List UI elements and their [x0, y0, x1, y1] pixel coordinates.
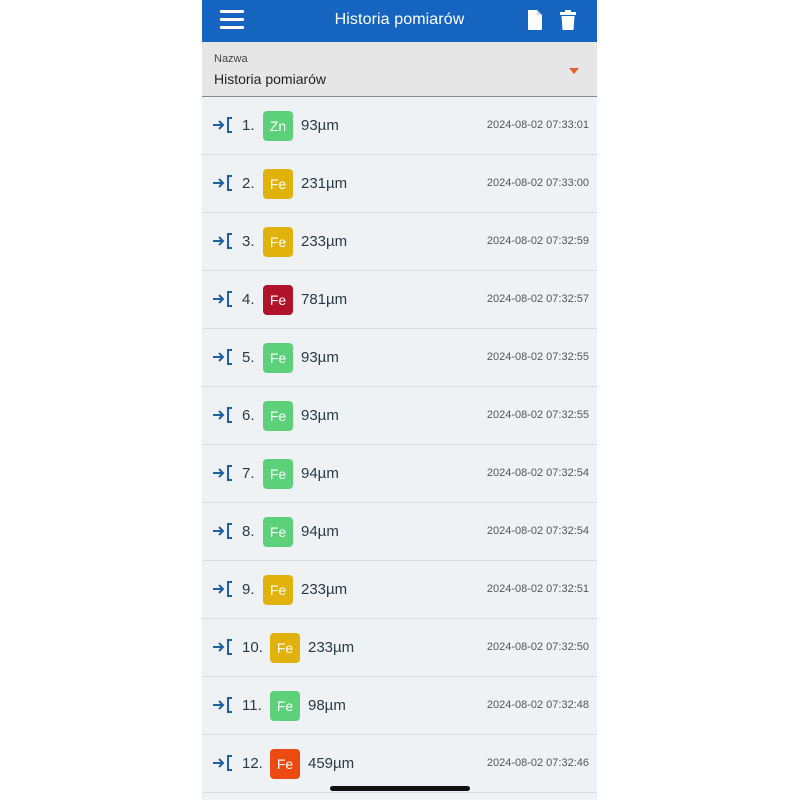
import-icon	[212, 523, 234, 539]
row-index: 3.	[242, 233, 255, 250]
measurement-timestamp: 2024-08-02 07:32:57	[486, 293, 589, 305]
row-index: 10.	[242, 639, 263, 656]
measurement-value: 233µm	[308, 639, 355, 656]
name-select[interactable]: Nazwa Historia pomiarów	[202, 42, 597, 97]
import-icon	[212, 349, 234, 365]
measurement-timestamp: 2024-08-02 07:33:00	[486, 177, 589, 189]
measurement-timestamp: 2024-08-02 07:32:59	[486, 235, 589, 247]
measurement-value: 781µm	[301, 291, 348, 308]
measurement-value: 93µm	[301, 117, 339, 134]
material-badge: Zn	[263, 111, 293, 141]
measurement-value: 98µm	[308, 697, 346, 714]
import-icon	[212, 639, 234, 655]
measurement-row[interactable]: 4. Fe 781µm 2024-08-02 07:32:57	[202, 271, 597, 329]
row-index: 6.	[242, 407, 255, 424]
measurement-timestamp: 2024-08-02 07:33:01	[486, 119, 589, 131]
import-icon	[212, 233, 234, 249]
material-badge: Fe	[263, 227, 293, 257]
material-badge: Fe	[270, 749, 300, 779]
measurement-list: 1. Zn 93µm 2024-08-02 07:33:01 2. Fe 231µm 2024…	[202, 97, 597, 793]
measurement-timestamp: 2024-08-02 07:32:55	[486, 409, 589, 421]
import-icon	[212, 465, 234, 481]
measurement-timestamp: 2024-08-02 07:32:48	[486, 699, 589, 711]
measurement-timestamp: 2024-08-02 07:32:54	[486, 525, 589, 537]
row-index: 9.	[242, 581, 255, 598]
measurement-timestamp: 2024-08-02 07:32:50	[486, 641, 589, 653]
measurement-row[interactable]: 11. Fe 98µm 2024-08-02 07:32:48	[202, 677, 597, 735]
material-badge: Fe	[263, 575, 293, 605]
measurement-row[interactable]: 5. Fe 93µm 2024-08-02 07:32:55	[202, 329, 597, 387]
dropdown-arrow-icon	[569, 68, 579, 74]
import-icon	[212, 117, 234, 133]
row-index: 8.	[242, 523, 255, 540]
measurement-row[interactable]: 7. Fe 94µm 2024-08-02 07:32:54	[202, 445, 597, 503]
measurement-row[interactable]: 1. Zn 93µm 2024-08-02 07:33:01	[202, 97, 597, 155]
document-icon[interactable]	[525, 9, 545, 31]
measurement-row[interactable]: 2. Fe 231µm 2024-08-02 07:33:00	[202, 155, 597, 213]
import-icon	[212, 581, 234, 597]
measurement-value: 93µm	[301, 407, 339, 424]
measurement-row[interactable]: 10. Fe 233µm 2024-08-02 07:32:50	[202, 619, 597, 677]
row-index: 2.	[242, 175, 255, 192]
measurement-timestamp: 2024-08-02 07:32:54	[486, 467, 589, 479]
import-icon	[212, 407, 234, 423]
material-badge: Fe	[263, 343, 293, 373]
material-badge: Fe	[263, 459, 293, 489]
measurement-value: 93µm	[301, 349, 339, 366]
measurement-row[interactable]: 9. Fe 233µm 2024-08-02 07:32:51	[202, 561, 597, 619]
import-icon	[212, 291, 234, 307]
measurement-timestamp: 2024-08-02 07:32:46	[486, 757, 589, 769]
row-index: 7.	[242, 465, 255, 482]
select-value: Historia pomiarów	[214, 71, 327, 87]
measurement-row[interactable]: 12. Fe 459µm 2024-08-02 07:32:46	[202, 735, 597, 793]
home-indicator	[330, 786, 470, 791]
measurement-timestamp: 2024-08-02 07:32:51	[486, 583, 589, 595]
measurement-row[interactable]: 3. Fe 233µm 2024-08-02 07:32:59	[202, 213, 597, 271]
material-badge: Fe	[270, 691, 300, 721]
row-index: 5.	[242, 349, 255, 366]
material-badge: Fe	[263, 517, 293, 547]
measurement-value: 459µm	[308, 755, 355, 772]
measurement-value: 94µm	[301, 465, 339, 482]
import-icon	[212, 755, 234, 771]
material-badge: Fe	[263, 169, 293, 199]
measurement-timestamp: 2024-08-02 07:32:55	[486, 351, 589, 363]
row-index: 11.	[242, 697, 262, 714]
measurement-row[interactable]: 8. Fe 94µm 2024-08-02 07:32:54	[202, 503, 597, 561]
measurement-value: 233µm	[301, 233, 348, 250]
app-header: Historia pomiarów	[202, 0, 597, 42]
measurement-value: 94µm	[301, 523, 339, 540]
row-index: 12.	[242, 755, 263, 772]
measurement-row[interactable]: 6. Fe 93µm 2024-08-02 07:32:55	[202, 387, 597, 445]
measurement-value: 231µm	[301, 175, 348, 192]
material-badge: Fe	[263, 401, 293, 431]
row-index: 1.	[242, 117, 255, 134]
import-icon	[212, 697, 234, 713]
material-badge: Fe	[270, 633, 300, 663]
select-label: Nazwa	[214, 53, 248, 65]
import-icon	[212, 175, 234, 191]
app-screen: Historia pomiarów Nazwa Historia pomiaró…	[202, 0, 597, 800]
trash-icon[interactable]	[559, 9, 577, 31]
measurement-value: 233µm	[301, 581, 348, 598]
row-index: 4.	[242, 291, 255, 308]
material-badge: Fe	[263, 285, 293, 315]
